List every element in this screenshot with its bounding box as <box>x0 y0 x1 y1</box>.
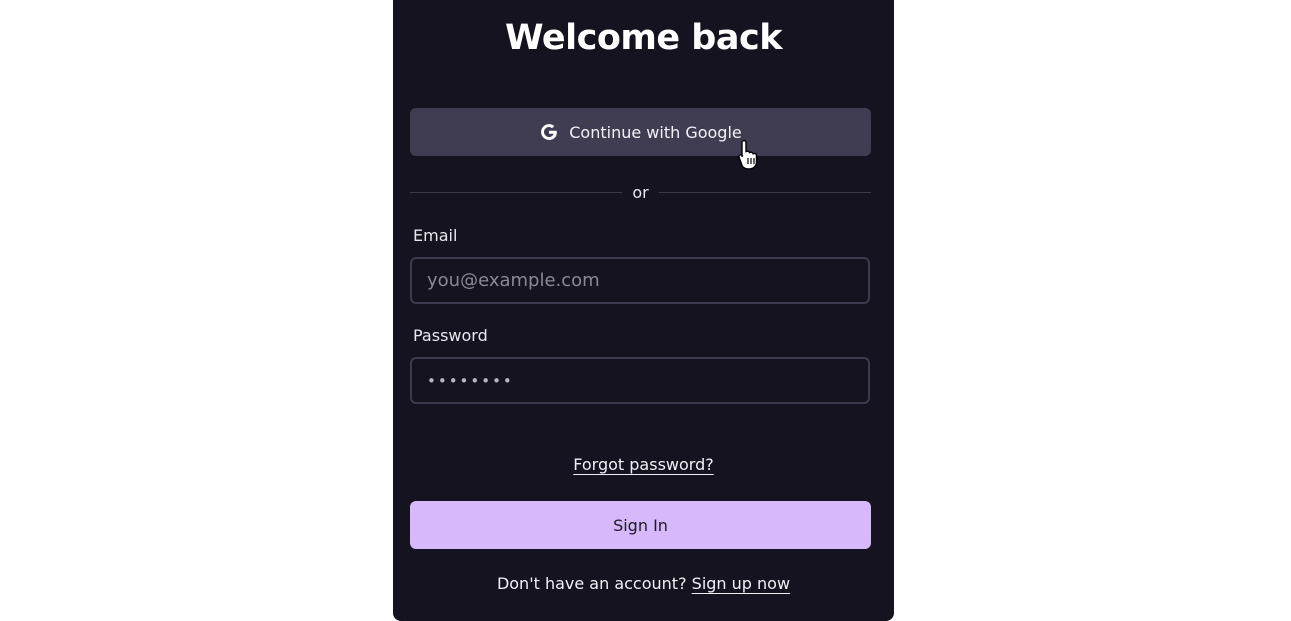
divider-line-right <box>658 191 871 193</box>
divider-text: or <box>632 182 649 202</box>
forgot-password-link[interactable]: Forgot password? <box>573 455 713 474</box>
login-card: Welcome back Continue with Google or Ema… <box>393 0 894 621</box>
divider-line-left <box>410 191 623 193</box>
signup-row: Don't have an account? Sign up now <box>393 574 894 593</box>
no-account-text: Don't have an account? <box>496 574 687 593</box>
email-label: Email <box>413 226 458 245</box>
sign-in-button-label: Sign In <box>613 515 668 535</box>
hand-pointer-cursor-icon <box>738 139 758 170</box>
sign-up-link[interactable]: Sign up now <box>692 574 790 593</box>
password-value: •••••••• <box>427 371 514 390</box>
password-label: Password <box>413 326 488 345</box>
email-field[interactable] <box>410 257 870 304</box>
sign-in-button[interactable]: Sign In <box>410 501 871 549</box>
continue-with-google-button[interactable]: Continue with Google <box>410 108 871 156</box>
password-field[interactable]: •••••••• <box>410 357 870 404</box>
google-icon <box>541 124 558 140</box>
google-button-label: Continue with Google <box>569 122 742 142</box>
forgot-password-row: Forgot password? <box>393 455 894 474</box>
page-title: Welcome back <box>505 18 782 58</box>
or-divider: or <box>410 180 871 204</box>
